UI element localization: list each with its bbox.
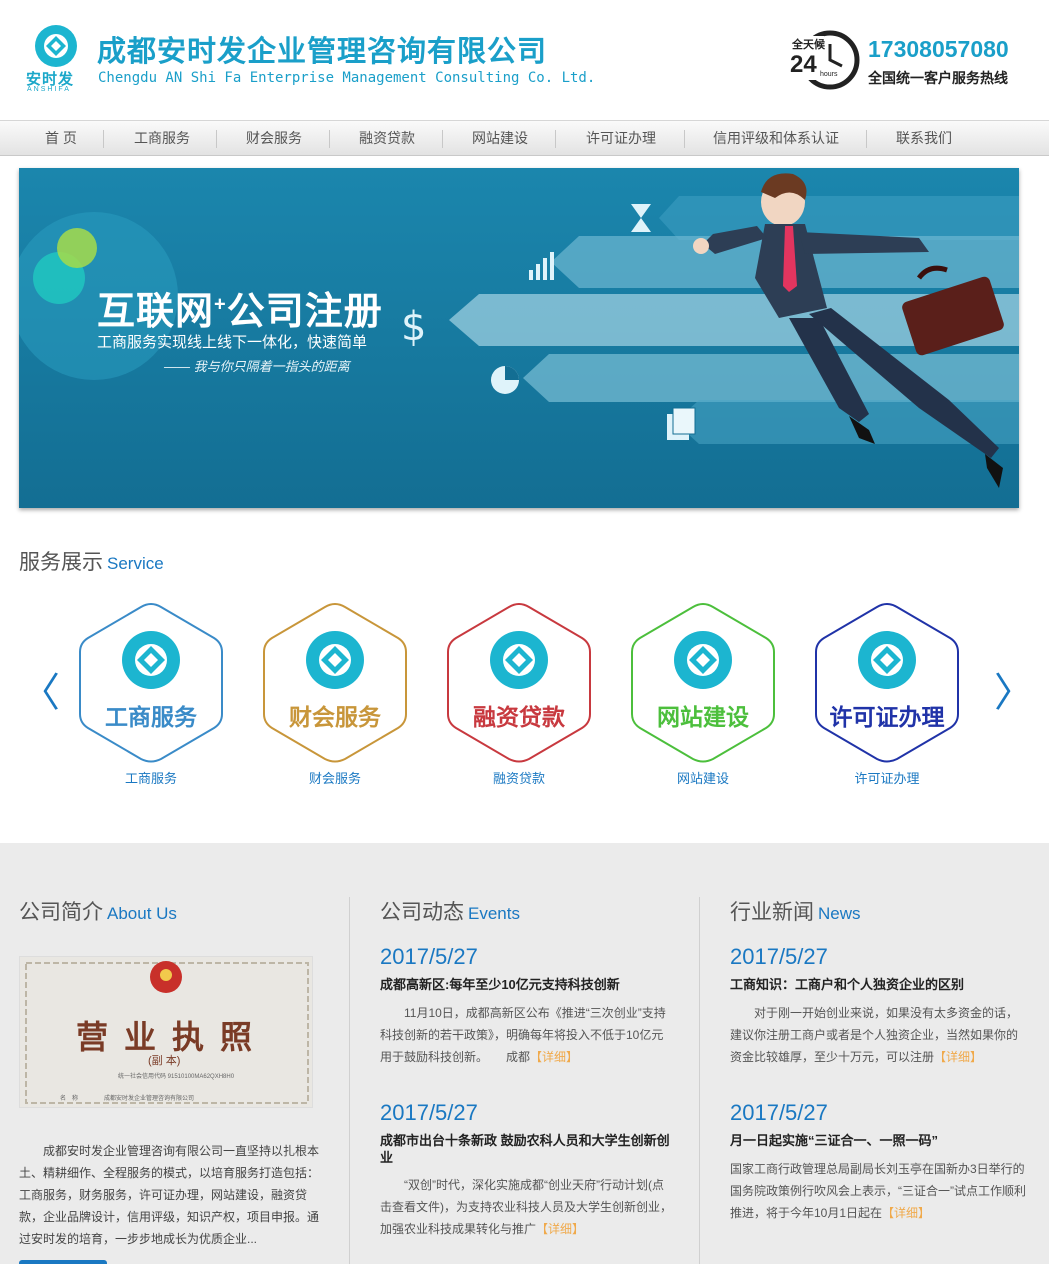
dollar-icon: $	[401, 304, 426, 350]
news-title-en: News	[818, 904, 861, 923]
news-more-link[interactable]: 【详细】	[934, 1050, 982, 1064]
events-title-en: Events	[468, 904, 520, 923]
license-company-name: 成都安时发企业管理咨询有限公司	[104, 1096, 195, 1102]
badge-unit-text: hours	[820, 71, 838, 78]
news-summary: 对于刚一开始创业来说，如果没有太多资金的话，建议你注册工商户或者是个人独资企业，…	[730, 1002, 1026, 1068]
service-caption-link[interactable]: 财会服务	[262, 768, 408, 787]
nav-credit-rating[interactable]: 信用评级和体系认证	[690, 121, 862, 156]
badge-top-text: 全天候	[791, 37, 826, 51]
nav-contact[interactable]: 联系我们	[872, 121, 976, 156]
service-logo-icon	[306, 631, 364, 689]
events-section-title: 公司动态 Events	[380, 896, 520, 926]
chevron-right-icon[interactable]: 〉	[994, 660, 1034, 718]
event-headline[interactable]: 成都市出台十条新政 鼓励农科人员和大学生创新创业	[380, 1132, 672, 1166]
service-logo-icon	[122, 631, 180, 689]
news-section-title: 行业新闻 News	[730, 896, 861, 926]
news-headline[interactable]: 工商知识：工商户和个人独资企业的区别	[730, 976, 1026, 993]
service-logo-icon	[858, 631, 916, 689]
banner-title-plus: +	[214, 293, 227, 316]
company-name-cn: 成都安时发企业管理咨询有限公司	[97, 34, 548, 68]
services-title-en: Service	[107, 554, 164, 573]
event-more-link[interactable]: 【详细】	[530, 1050, 578, 1064]
service-hexagon-label[interactable]: 财会服务	[262, 698, 408, 732]
event-more-link[interactable]: 【详细】	[536, 1222, 584, 1236]
pie-chart-icon	[491, 366, 519, 394]
service-hexagon[interactable]	[262, 602, 408, 764]
service-hexagon[interactable]	[446, 602, 592, 764]
hotline-number[interactable]: 17308057080	[868, 36, 1009, 63]
nav-accounting-service[interactable]: 财会服务	[222, 121, 326, 156]
news-headline[interactable]: 月一日起实施“三证合一、一照一码”	[730, 1132, 1026, 1149]
services-section-title: 服务展示 Service	[19, 546, 164, 576]
services-title-cn: 服务展示	[19, 551, 103, 574]
service-logo-icon	[490, 631, 548, 689]
service-hexagon-label[interactable]: 许可证办理	[814, 698, 960, 732]
business-license-image[interactable]: 营业执照 (副 本) 统一社会信用代码 91510100MA62QXH8H0 名…	[19, 956, 313, 1108]
service-caption-link[interactable]: 工商服务	[78, 768, 224, 787]
service-hexagon-label[interactable]: 融资贷款	[446, 698, 592, 732]
growth-chart-icon	[529, 252, 554, 280]
nav-separator	[866, 130, 867, 148]
column-divider	[699, 897, 700, 1264]
about-description: 成都安时发企业管理咨询有限公司一直坚持以扎根本土、精耕细作、全程服务的模式，以培…	[19, 1144, 320, 1246]
service-caption-link[interactable]: 许可证办理	[814, 768, 960, 787]
service-caption-link[interactable]: 融资贷款	[446, 768, 592, 787]
service-hexagon-label[interactable]: 工商服务	[78, 698, 224, 732]
service-hexagon-label[interactable]: 网站建设	[630, 698, 776, 732]
service-hexagon[interactable]	[630, 602, 776, 764]
badge-number-text: 24	[790, 51, 817, 78]
nav-license[interactable]: 许可证办理	[561, 121, 681, 156]
news-summary: 国家工商行政管理总局副局长刘玉亭在国新办3日举行的国务院政策例行吹风会上表示，“…	[730, 1158, 1026, 1224]
banner-title-part-b: 公司注册	[226, 291, 383, 333]
hourglass-icon	[631, 204, 651, 232]
hero-banner[interactable]: $ 互联网+公司注册 工商服务实现线上线下一体化，快速简单 —— 我与你只隔着一…	[19, 168, 1019, 508]
24-hours-clock-icon: 全天候 24 hours	[788, 30, 860, 90]
chevron-left-icon[interactable]: 〈	[20, 660, 60, 718]
news-title-cn: 行业新闻	[730, 901, 814, 924]
event-summary-text: “双创”时代，深化实施成都“创业天府”行动计划(点击查看文件)，为支持农业科技人…	[380, 1178, 672, 1236]
nav-home[interactable]: 首 页	[22, 121, 100, 156]
license-name-label: 名 称	[60, 1096, 79, 1102]
event-headline[interactable]: 成都高新区:每年至少10亿元支持科技创新	[380, 976, 680, 993]
banner-title: 互联网+公司注册	[97, 280, 383, 335]
service-logo-icon	[674, 631, 732, 689]
news-more-link[interactable]: 【详细】	[882, 1206, 930, 1220]
company-name-en: Chengdu AN Shi Fa Enterprise Management …	[98, 70, 596, 86]
nav-website-building[interactable]: 网站建设	[448, 121, 552, 156]
nav-business-service[interactable]: 工商服务	[110, 121, 214, 156]
service-hexagon[interactable]	[814, 602, 960, 764]
news-date: 2017/5/27	[730, 1100, 828, 1125]
event-summary-text: 11月10日，成都高新区公布《推进“三次创业”支持科技创新的若干政策》，明确每年…	[380, 1006, 666, 1064]
about-more-button[interactable]	[19, 1260, 107, 1264]
event-date: 2017/5/27	[380, 944, 478, 969]
event-summary: “双创”时代，深化实施成都“创业天府”行动计划(点击查看文件)，为支持农业科技人…	[380, 1174, 672, 1240]
event-summary: 11月10日，成都高新区公布《推进“三次创业”支持科技创新的若干政策》，明确每年…	[380, 1002, 672, 1068]
license-credit-code: 统一社会信用代码 91510100MA62QXH8H0	[118, 1074, 235, 1080]
banner-signature: —— 我与你只隔着一指头的距离	[164, 359, 350, 374]
license-copy-label: (副 本)	[148, 1055, 181, 1067]
nav-financing-loan[interactable]: 融资贷款	[335, 121, 439, 156]
about-title-en: About Us	[107, 904, 177, 923]
nav-separator	[684, 130, 685, 148]
hotline-label: 全国统一客户服务热线	[868, 70, 1008, 86]
main-nav: 首 页 工商服务 财会服务 融资贷款 网站建设 许可证办理 信用评级和体系认证 …	[0, 120, 1049, 156]
nav-separator	[555, 130, 556, 148]
column-divider	[349, 897, 350, 1264]
nav-separator	[329, 130, 330, 148]
about-section-title: 公司简介 About Us	[19, 896, 177, 926]
events-title-cn: 公司动态	[380, 901, 464, 924]
news-summary-text: 国家工商行政管理总局副局长刘玉亭在国新办3日举行的国务院政策例行吹风会上表示，“…	[730, 1162, 1026, 1220]
nav-separator	[442, 130, 443, 148]
service-hexagon[interactable]	[78, 602, 224, 764]
header: 安时发 ANSHIFA 成都安时发企业管理咨询有限公司 Chengdu AN S…	[0, 0, 1049, 120]
nav-separator	[103, 130, 104, 148]
logo-subtext: ANSHIFA	[27, 86, 71, 93]
news-date: 2017/5/27	[730, 944, 828, 969]
nav-separator	[216, 130, 217, 148]
banner-subtitle: 工商服务实现线上线下一体化，快速简单	[97, 334, 368, 351]
about-title-cn: 公司简介	[19, 901, 103, 924]
event-date: 2017/5/27	[380, 1100, 478, 1125]
service-caption-link[interactable]: 网站建设	[630, 768, 776, 787]
banner-title-part-a: 互联网	[97, 291, 215, 333]
